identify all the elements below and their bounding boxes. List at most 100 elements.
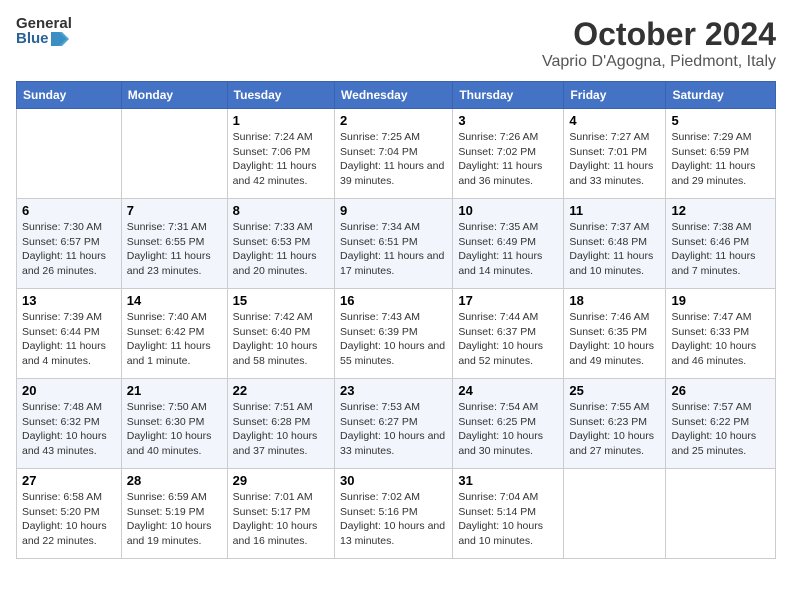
calendar-cell: 26 Sunrise: 7:57 AMSunset: 6:22 PMDayligh…	[666, 379, 776, 469]
calendar-cell: 17Sunrise: 7:44 AMSunset: 6:37 PMDayligh…	[453, 289, 564, 379]
day-number: 12	[671, 203, 770, 218]
day-number: 19	[671, 293, 770, 308]
day-number: 17	[458, 293, 558, 308]
column-header-sunday: Sunday	[17, 82, 122, 109]
day-number: 5	[671, 113, 770, 128]
calendar-cell: 20Sunrise: 7:48 AMSunset: 6:32 PMDayligh…	[17, 379, 122, 469]
day-number: 21	[127, 383, 222, 398]
day-info: Sunrise: 7:26 AMSunset: 7:02 PMDaylight:…	[458, 130, 558, 189]
day-info: Sunrise: 7:31 AMSunset: 6:55 PMDaylight:…	[127, 220, 222, 279]
calendar-cell: 21 Sunrise: 7:50 AMSunset: 6:30 PMDayligh…	[121, 379, 227, 469]
calendar-cell: 2 Sunrise: 7:25 AMSunset: 7:04 PMDaylight…	[335, 109, 453, 199]
calendar-cell: 6Sunrise: 7:30 AMSunset: 6:57 PMDaylight…	[17, 199, 122, 289]
day-number: 29	[233, 473, 329, 488]
calendar-week-1: 1 Sunrise: 7:24 AMSunset: 7:06 PMDaylight…	[17, 109, 776, 199]
day-number: 1	[233, 113, 329, 128]
day-info: Sunrise: 7:54 AMSunset: 6:25 PMDaylight:…	[458, 400, 558, 459]
column-header-wednesday: Wednesday	[335, 82, 453, 109]
day-info: Sunrise: 7:37 AMSunset: 6:48 PMDaylight:…	[569, 220, 660, 279]
calendar-cell: 13 Sunrise: 7:39 AMSunset: 6:44 PMDayligh…	[17, 289, 122, 379]
day-info: Sunrise: 7:35 AMSunset: 6:49 PMDaylight:…	[458, 220, 558, 279]
day-info: Sunrise: 7:24 AMSunset: 7:06 PMDaylight:…	[233, 130, 329, 189]
calendar-cell	[121, 109, 227, 199]
day-info: Sunrise: 7:38 AMSunset: 6:46 PMDaylight:…	[671, 220, 770, 279]
calendar-cell: 14 Sunrise: 7:40 AMSunset: 6:42 PMDayligh…	[121, 289, 227, 379]
day-info: Sunrise: 6:59 AMSunset: 5:19 PMDaylight:…	[127, 490, 222, 549]
day-number: 2	[340, 113, 447, 128]
day-number: 23	[340, 383, 447, 398]
page-subtitle: Vaprio D'Agogna, Piedmont, Italy	[542, 53, 776, 71]
logo-general: General	[16, 16, 72, 31]
day-info: Sunrise: 7:51 AMSunset: 6:28 PMDaylight:…	[233, 400, 329, 459]
day-info: Sunrise: 7:27 AMSunset: 7:01 PMDaylight:…	[569, 130, 660, 189]
day-info: Sunrise: 7:40 AMSunset: 6:42 PMDaylight:…	[127, 310, 222, 369]
day-number: 30	[340, 473, 447, 488]
page-title: October 2024	[542, 16, 776, 53]
day-info: Sunrise: 7:53 AMSunset: 6:27 PMDaylight:…	[340, 400, 447, 459]
day-info: Sunrise: 7:29 AMSunset: 6:59 PMDaylight:…	[671, 130, 770, 189]
calendar-cell: 9 Sunrise: 7:34 AMSunset: 6:51 PMDaylight…	[335, 199, 453, 289]
day-number: 10	[458, 203, 558, 218]
day-info: Sunrise: 6:58 AMSunset: 5:20 PMDaylight:…	[22, 490, 116, 549]
page-header: General Blue October 2024 Vaprio D'Agogn…	[16, 16, 776, 71]
calendar-table: SundayMondayTuesdayWednesdayThursdayFrid…	[16, 81, 776, 559]
day-number: 28	[127, 473, 222, 488]
day-number: 31	[458, 473, 558, 488]
day-number: 4	[569, 113, 660, 128]
day-info: Sunrise: 7:01 AMSunset: 5:17 PMDaylight:…	[233, 490, 329, 549]
day-number: 3	[458, 113, 558, 128]
day-number: 16	[340, 293, 447, 308]
calendar-cell: 5 Sunrise: 7:29 AMSunset: 6:59 PMDaylight…	[666, 109, 776, 199]
day-number: 8	[233, 203, 329, 218]
column-header-saturday: Saturday	[666, 82, 776, 109]
calendar-cell	[564, 469, 666, 559]
calendar-week-5: 27 Sunrise: 6:58 AMSunset: 5:20 PMDayligh…	[17, 469, 776, 559]
day-info: Sunrise: 7:50 AMSunset: 6:30 PMDaylight:…	[127, 400, 222, 459]
day-info: Sunrise: 7:48 AMSunset: 6:32 PMDaylight:…	[22, 400, 116, 459]
day-info: Sunrise: 7:02 AMSunset: 5:16 PMDaylight:…	[340, 490, 447, 549]
day-number: 6	[22, 203, 116, 218]
calendar-cell: 28 Sunrise: 6:59 AMSunset: 5:19 PMDayligh…	[121, 469, 227, 559]
calendar-cell: 19 Sunrise: 7:47 AMSunset: 6:33 PMDayligh…	[666, 289, 776, 379]
calendar-week-4: 20Sunrise: 7:48 AMSunset: 6:32 PMDayligh…	[17, 379, 776, 469]
day-number: 18	[569, 293, 660, 308]
calendar-week-2: 6Sunrise: 7:30 AMSunset: 6:57 PMDaylight…	[17, 199, 776, 289]
day-number: 22	[233, 383, 329, 398]
day-number: 7	[127, 203, 222, 218]
day-number: 26	[671, 383, 770, 398]
calendar-cell: 8Sunrise: 7:33 AMSunset: 6:53 PMDaylight…	[227, 199, 334, 289]
calendar-cell	[17, 109, 122, 199]
day-info: Sunrise: 7:25 AMSunset: 7:04 PMDaylight:…	[340, 130, 447, 189]
column-header-thursday: Thursday	[453, 82, 564, 109]
calendar-cell: 25 Sunrise: 7:55 AMSunset: 6:23 PMDayligh…	[564, 379, 666, 469]
day-number: 9	[340, 203, 447, 218]
day-info: Sunrise: 7:43 AMSunset: 6:39 PMDaylight:…	[340, 310, 447, 369]
calendar-cell: 23 Sunrise: 7:53 AMSunset: 6:27 PMDayligh…	[335, 379, 453, 469]
calendar-cell: 18 Sunrise: 7:46 AMSunset: 6:35 PMDayligh…	[564, 289, 666, 379]
calendar-cell: 29 Sunrise: 7:01 AMSunset: 5:17 PMDayligh…	[227, 469, 334, 559]
day-info: Sunrise: 7:46 AMSunset: 6:35 PMDaylight:…	[569, 310, 660, 369]
calendar-cell: 10 Sunrise: 7:35 AMSunset: 6:49 PMDayligh…	[453, 199, 564, 289]
day-info: Sunrise: 7:39 AMSunset: 6:44 PMDaylight:…	[22, 310, 116, 369]
calendar-cell: 12 Sunrise: 7:38 AMSunset: 6:46 PMDayligh…	[666, 199, 776, 289]
calendar-cell: 4 Sunrise: 7:27 AMSunset: 7:01 PMDaylight…	[564, 109, 666, 199]
title-block: October 2024 Vaprio D'Agogna, Piedmont, …	[542, 16, 776, 71]
calendar-week-3: 13 Sunrise: 7:39 AMSunset: 6:44 PMDayligh…	[17, 289, 776, 379]
column-header-tuesday: Tuesday	[227, 82, 334, 109]
calendar-cell: 31Sunrise: 7:04 AMSunset: 5:14 PMDayligh…	[453, 469, 564, 559]
day-number: 24	[458, 383, 558, 398]
day-info: Sunrise: 7:55 AMSunset: 6:23 PMDaylight:…	[569, 400, 660, 459]
calendar-cell: 22 Sunrise: 7:51 AMSunset: 6:28 PMDayligh…	[227, 379, 334, 469]
day-info: Sunrise: 7:42 AMSunset: 6:40 PMDaylight:…	[233, 310, 329, 369]
calendar-cell	[666, 469, 776, 559]
day-info: Sunrise: 7:34 AMSunset: 6:51 PMDaylight:…	[340, 220, 447, 279]
calendar-cell: 3 Sunrise: 7:26 AMSunset: 7:02 PMDaylight…	[453, 109, 564, 199]
logo: General Blue	[16, 16, 72, 46]
day-number: 13	[22, 293, 116, 308]
day-number: 14	[127, 293, 222, 308]
calendar-cell: 30 Sunrise: 7:02 AMSunset: 5:16 PMDayligh…	[335, 469, 453, 559]
day-number: 27	[22, 473, 116, 488]
day-number: 25	[569, 383, 660, 398]
day-info: Sunrise: 7:47 AMSunset: 6:33 PMDaylight:…	[671, 310, 770, 369]
day-info: Sunrise: 7:57 AMSunset: 6:22 PMDaylight:…	[671, 400, 770, 459]
